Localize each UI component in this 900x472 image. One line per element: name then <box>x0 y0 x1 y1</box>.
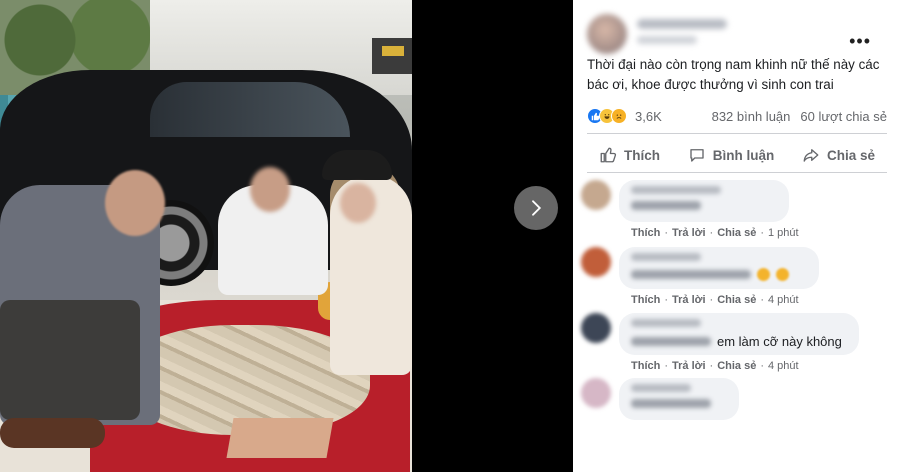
separator-dot: · <box>760 360 764 372</box>
commenter-avatar[interactable] <box>581 313 611 343</box>
comment-bubble <box>619 378 739 420</box>
comment-reply-link[interactable]: Trả lời <box>672 360 706 372</box>
comment-text-visible: em làm cỡ này không <box>717 334 842 349</box>
comment-icon <box>690 149 704 162</box>
commenter-name-blurred[interactable] <box>631 319 701 327</box>
share-label: Chia sẻ <box>826 147 875 163</box>
comment-like-link[interactable]: Thích <box>631 227 660 239</box>
separator-dot: · <box>760 227 764 239</box>
separator-dot: · <box>664 294 669 306</box>
comment-actions: Thích · Trả lời · Chia sẻ · 1 phút <box>631 227 799 239</box>
post-text: Thời đại nào còn trọng nam khinh nữ thế … <box>587 57 880 92</box>
photo-person-3-head <box>340 183 376 223</box>
reactions-bar[interactable]: 3,6K 832 bình luận 60 lượt chia sẻ <box>587 106 887 126</box>
engagement-counts: 832 bình luận 60 lượt chia sẻ <box>712 109 887 124</box>
comment-button[interactable]: Bình luận <box>676 146 787 164</box>
like-icon <box>600 147 617 163</box>
commenter-name-blurred[interactable] <box>631 253 701 261</box>
comment-reply-link[interactable]: Trả lời <box>672 227 706 239</box>
comment-share-link[interactable]: Chia sẻ <box>717 294 756 306</box>
comment-time[interactable]: 4 phút <box>768 294 799 306</box>
photo-person-1-legs <box>0 300 140 420</box>
comment-text-blurred <box>631 201 701 210</box>
separator-dot: · <box>664 360 669 372</box>
reaction-count[interactable]: 3,6K <box>635 109 662 124</box>
commenter-avatar[interactable] <box>581 180 611 210</box>
photo-sign <box>372 38 412 74</box>
separator-dot: · <box>709 227 714 239</box>
next-photo-button[interactable] <box>514 186 558 230</box>
post-photo[interactable] <box>0 0 412 472</box>
comment-label: Bình luận <box>712 147 775 163</box>
comment-like-link[interactable]: Thích <box>631 360 660 372</box>
separator-dot: · <box>709 360 714 372</box>
photo-car-window <box>150 82 350 137</box>
comment-time[interactable]: 1 phút <box>768 227 799 239</box>
comment-share-link[interactable]: Chia sẻ <box>717 227 756 239</box>
commenter-avatar[interactable] <box>581 378 611 408</box>
post-header: ••• <box>587 14 887 54</box>
comment-text-blurred <box>631 399 711 408</box>
share-button[interactable]: Chia sẻ <box>790 146 887 164</box>
comment-reply-link[interactable]: Trả lời <box>672 294 706 306</box>
commenter-name-blurred[interactable] <box>631 384 691 392</box>
comment-bubble: em làm cỡ này không <box>619 313 859 355</box>
sad-reaction-icon <box>611 108 627 124</box>
like-button[interactable]: Thích <box>587 146 672 164</box>
reaction-icons[interactable] <box>587 108 627 124</box>
comment-bubble <box>619 247 819 289</box>
media-viewer <box>0 0 573 472</box>
separator-dot: · <box>664 227 669 239</box>
divider-top <box>587 133 887 134</box>
post-panel: ••• Thời đại nào còn trọng nam khinh nữ … <box>573 0 900 472</box>
commenter-avatar[interactable] <box>581 247 611 277</box>
photo-person-3-cap <box>322 150 392 180</box>
photo-person-1-shoe <box>0 418 105 448</box>
like-label: Thích <box>624 147 660 163</box>
commenter-name-blurred[interactable] <box>631 186 721 194</box>
comment-text <box>631 268 807 281</box>
laugh-emoji-icon <box>757 268 770 281</box>
post-actions: Thích Bình luận Chia sẻ <box>587 140 887 170</box>
tagged-name-blurred[interactable] <box>631 337 711 346</box>
share-icon <box>803 149 819 162</box>
author-avatar[interactable] <box>587 14 627 54</box>
laugh-emoji-icon <box>776 268 789 281</box>
comment-actions: Thích · Trả lời · Chia sẻ · 4 phút <box>631 294 799 306</box>
separator-dot: · <box>760 294 764 306</box>
comment-actions: Thích · Trả lời · Chia sẻ · 4 phút <box>631 360 799 372</box>
photo-person-2-head <box>250 167 290 212</box>
post-meta-blurred <box>637 36 697 44</box>
comment-text: em làm cỡ này không <box>631 334 847 349</box>
more-options-button[interactable]: ••• <box>849 32 871 50</box>
photo-person-1-head <box>105 170 165 236</box>
comment-text-blurred <box>631 270 751 279</box>
comment-share-link[interactable]: Chia sẻ <box>717 360 756 372</box>
shares-count[interactable]: 60 lượt chia sẻ <box>800 109 887 124</box>
comment-like-link[interactable]: Thích <box>631 294 660 306</box>
photo-cardboard <box>226 418 334 458</box>
chevron-right-icon <box>532 200 542 216</box>
author-name-blurred[interactable] <box>637 19 727 29</box>
comment-time[interactable]: 4 phút <box>768 360 799 372</box>
divider-bottom <box>587 172 887 173</box>
comments-count[interactable]: 832 bình luận <box>712 109 791 124</box>
comment-bubble <box>619 180 789 222</box>
separator-dot: · <box>709 294 714 306</box>
